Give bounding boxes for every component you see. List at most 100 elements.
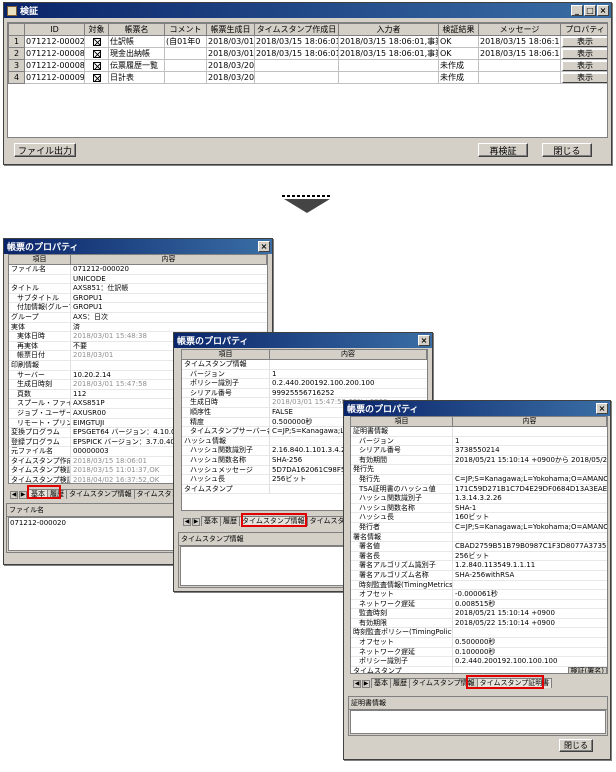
property-row[interactable]: 有効期限 2018/05/22 15:10:14 +0900 (351, 618, 607, 629)
close-icon[interactable]: × (597, 5, 609, 16)
property-row[interactable]: 監査時刻 2018/05/21 15:10:14 +0900 (351, 609, 607, 619)
property-row[interactable]: ポリシー識別子 0.2.440.200192.100.100.100 (351, 657, 607, 667)
property-row[interactable]: 署名長 256ビット (351, 551, 607, 562)
created-cell: 2018/03/20 (206, 71, 255, 84)
property-row[interactable]: タイムスタンプ情報 (182, 360, 427, 370)
property-value (453, 581, 607, 591)
property-key: ネットワーク遅延 (351, 647, 453, 658)
target-checkbox[interactable] (92, 73, 101, 82)
property-row[interactable]: ハッシュ関数識別子 1.3.14.3.2.26 (351, 494, 607, 504)
property-value: C=JP;S=Kanagawa;L=Yokohama;O=AMANO (453, 523, 607, 533)
property-key: シリアル番号 (182, 388, 270, 399)
property-row[interactable]: 発行先 (351, 465, 607, 475)
property-key: タイムスタンプ (351, 666, 453, 673)
minimize-button[interactable]: _ (571, 5, 583, 16)
property-row[interactable]: 発行者 C=JP;S=Kanagawa;L=Yokohama;O=AMANO (351, 522, 607, 533)
app-icon (7, 5, 17, 16)
property-row[interactable]: 証明書情報 (351, 427, 607, 437)
show-property-button[interactable]: 表示 (562, 36, 607, 47)
tab2-history[interactable]: 履歴 (220, 516, 240, 526)
dialog2-close-icon[interactable]: × (418, 335, 430, 346)
property-row[interactable]: 署名アルゴリズム識別子 1.2.840.113549.1.1.11 (351, 561, 607, 571)
show-property-button[interactable]: 表示 (562, 60, 607, 71)
tab3-scroll-left-icon[interactable]: ◀ (353, 680, 361, 688)
table-row[interactable]: 3 071212-000084 伝票履歴一覧 2018/03/20 未作成 表示 (8, 59, 607, 72)
verify-button[interactable]: 検証(署名) (567, 666, 607, 673)
property-row[interactable]: オフセット -0.000061秒 (351, 590, 607, 600)
property-row[interactable]: グループ AXS：日次 (9, 312, 267, 323)
tab2-basic[interactable]: 基本 (201, 516, 221, 526)
target-checkbox[interactable] (92, 61, 101, 70)
dialog3-close-icon[interactable]: × (596, 403, 608, 414)
target-checkbox[interactable] (92, 37, 101, 46)
tab-timestamp-info[interactable]: タイムスタンプ情報 (66, 489, 135, 499)
property-row[interactable]: 署名値 CBAD2759B51B79B0987C1F3D8077A3735 (351, 542, 607, 552)
property-row[interactable]: 時刻監査情報(TimingMetrics) (351, 580, 607, 591)
property-value-text: 2.16.840.1.101.3.4.2.1 (272, 446, 353, 455)
tab2-scroll-left-icon[interactable]: ◀ (183, 518, 191, 526)
property-row[interactable]: TSA証明書のハッシュ値 171C59D271B1C7D4E29DF0684D13… (351, 484, 607, 495)
property-value-text: UNICODE (73, 274, 106, 283)
property-row[interactable]: シリアル番号 3738550214 (351, 446, 607, 456)
tab2-scroll-right-icon[interactable]: ▶ (192, 518, 200, 526)
property-key: 付加情報(グループ) (9, 303, 71, 313)
property-value: 2018/05/22 15:10:14 +0900 (453, 619, 607, 629)
column-header: タイムスタンプ作成日 (254, 23, 339, 36)
property-value: 1 (270, 370, 427, 380)
property-row[interactable]: タイトル AXS851：仕訳帳 (9, 284, 267, 294)
property-row[interactable]: 署名情報 (351, 532, 607, 543)
property-row[interactable]: 署名アルゴリズム名称 SHA-256withRSA (351, 570, 607, 581)
property-row[interactable]: 発行先 C=JP;S=Kanagawa;L=Yokohama;O=AMANO (351, 474, 607, 485)
property-row[interactable]: タイムスタンプ 検証(署名) (351, 666, 607, 673)
tab-scroll-left-icon[interactable]: ◀ (10, 491, 18, 499)
property-key: 元ファイル名 (9, 447, 71, 457)
property-key: タイムスタンプ情報 (182, 360, 270, 370)
close-button[interactable]: 閉じる (542, 143, 592, 157)
tab3-history[interactable]: 履歴 (390, 678, 410, 688)
target-checkbox[interactable] (92, 49, 101, 58)
tab-scroll-right-icon[interactable]: ▶ (19, 491, 27, 499)
property-row[interactable]: ファイル名 071212-000020 (9, 265, 267, 275)
table-row[interactable]: 1 071212-000020 仕訳帳 (自01年0 2018/03/01 2018/03… (8, 35, 607, 48)
property-value: 1 (453, 437, 607, 447)
property-key: 再実体 (9, 341, 71, 352)
tab3-basic[interactable]: 基本 (371, 678, 391, 688)
property-value-text: SHA-256 (272, 455, 303, 464)
show-property-button[interactable]: 表示 (562, 48, 607, 59)
file-output-button[interactable]: ファイル出力 (14, 143, 76, 157)
target-cell (84, 47, 109, 60)
property-row[interactable]: バージョン 1 (182, 369, 427, 380)
property-value: 済 (71, 323, 267, 333)
property-row[interactable]: ハッシュ関数名称 SHA-1 (351, 503, 607, 514)
maximize-button[interactable]: □ (584, 5, 596, 16)
table-row[interactable]: 4 071212-000099 日計表 2018/03/20 未作成 表示 (8, 71, 607, 84)
dialog3-cert-box: 証明書情報 (348, 696, 608, 736)
property-row[interactable]: ポリシー識別子 0.2.440.200192.100.200.100 (182, 379, 427, 389)
dialog1-close-icon[interactable]: × (258, 241, 270, 252)
property-row[interactable]: ハッシュ長 160ビット (351, 513, 607, 523)
property-row[interactable]: 時刻監査ポリシー(TimingPolicy) (351, 628, 607, 639)
dialog3-close-button[interactable]: 閉じる (559, 739, 593, 752)
reverify-button[interactable]: 再検証 (478, 143, 528, 157)
property-row[interactable]: シリアル番号 99925556716252 (182, 388, 427, 399)
column-header: プロパティ (560, 23, 607, 36)
table-row[interactable]: 2 071212-000083 現金出納帳 2018/03/01 2018/03/15 … (8, 47, 607, 60)
property-row[interactable]: バージョン 1 (351, 436, 607, 447)
property-value: 0.2.440.200192.100.100.100 (453, 657, 607, 667)
result-cell: 未作成 (438, 59, 479, 72)
property-row[interactable]: ネットワーク遅延 0.008515秒 (351, 599, 607, 610)
property-key: 有効期間 (351, 455, 453, 466)
property-row[interactable]: ネットワーク遅延 0.100000秒 (351, 647, 607, 658)
property-row[interactable]: 付加情報(グループ)GROPU1 (9, 303, 267, 313)
result-cell: 未作成 (438, 71, 479, 84)
tab3-scroll-right-icon[interactable]: ▶ (362, 680, 370, 688)
property-row[interactable]: サブタイトル GROPU1 (9, 293, 267, 304)
property-row[interactable]: 有効期間 2018/05/21 15:10:14 +0900から 2018/05/… (351, 455, 607, 466)
property-row[interactable]: 実体済 (9, 322, 267, 333)
property-key: 印刷情報 (9, 360, 71, 371)
property-row[interactable]: UNICODE (9, 274, 267, 285)
show-property-button[interactable]: 表示 (562, 72, 607, 83)
property-row[interactable]: オフセット 0.500000秒 (351, 638, 607, 648)
message-cell (478, 71, 561, 84)
verify-titlebar: 検証 _ □ × (4, 3, 611, 18)
